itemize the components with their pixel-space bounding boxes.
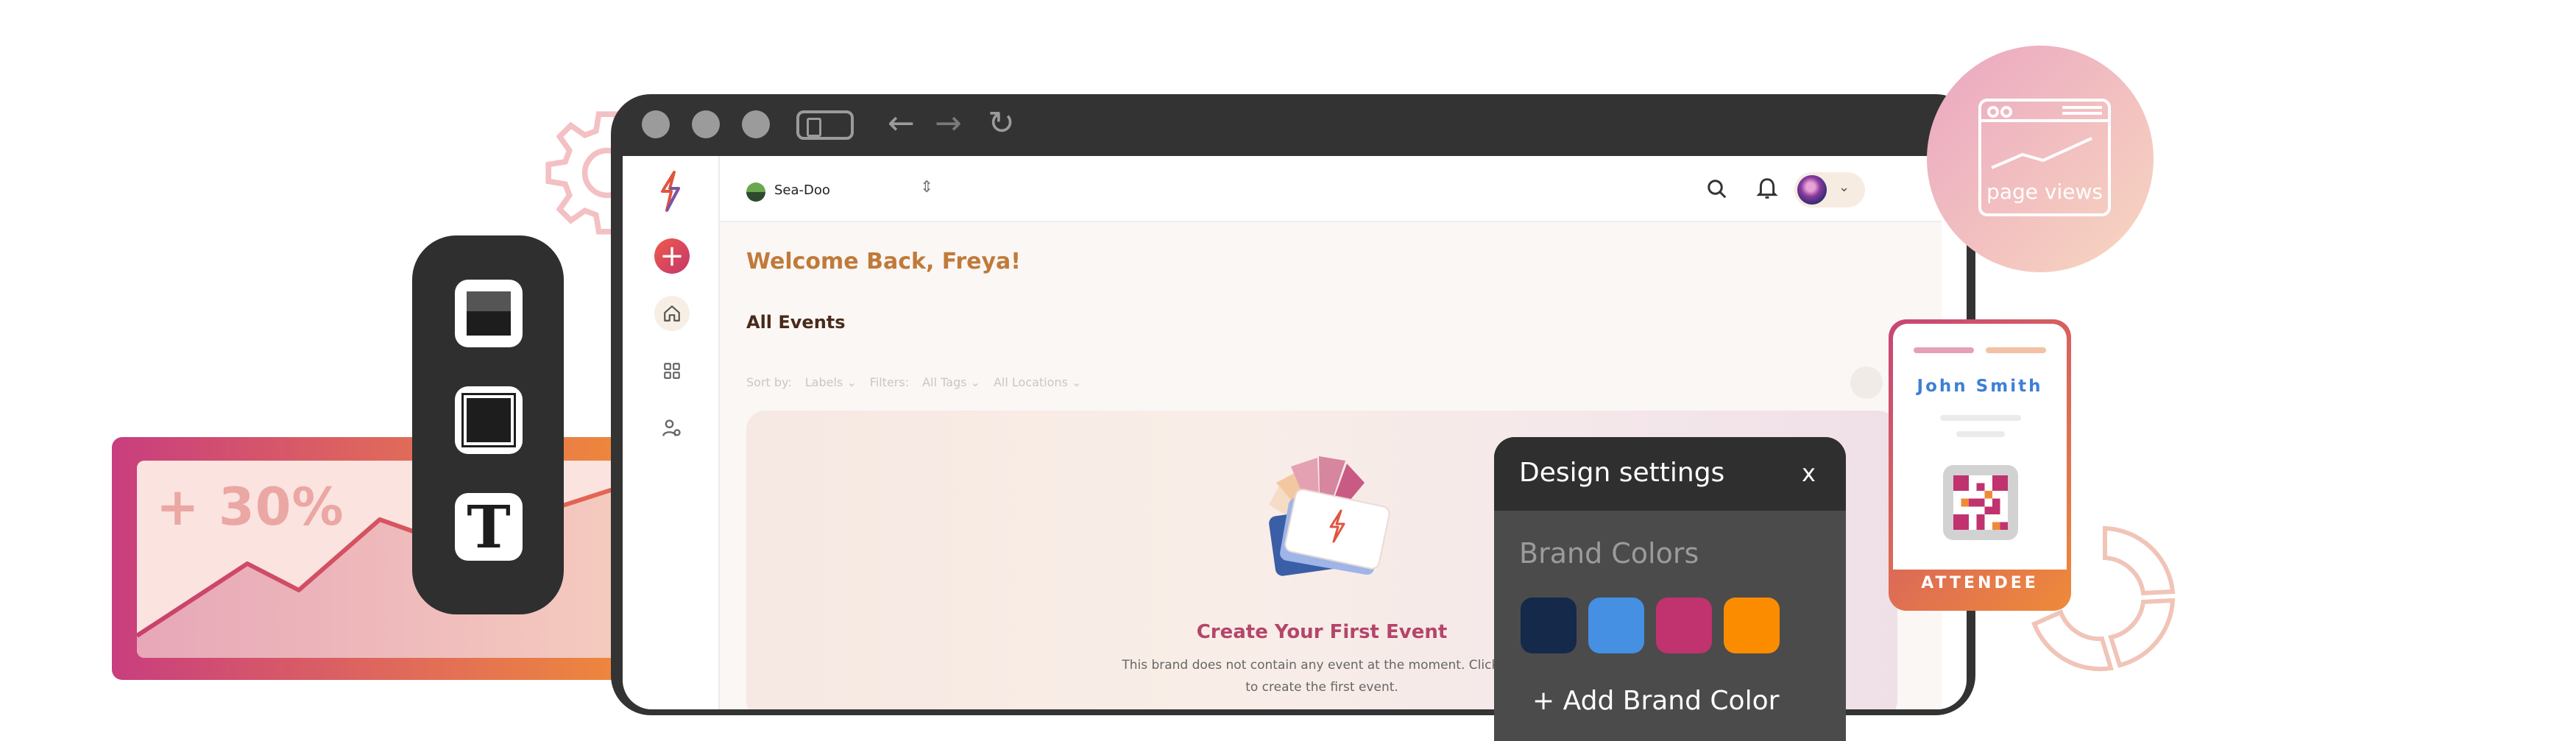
bell-icon[interactable] — [1756, 177, 1778, 200]
page-views-label: page views — [1986, 180, 2103, 204]
growth-percentage: + 30% — [156, 477, 344, 537]
tags-dropdown[interactable]: All Tags ⌄ — [922, 375, 980, 389]
filters-label: Filters: — [869, 375, 910, 389]
brand-color-swatch[interactable] — [1588, 598, 1644, 653]
left-rail: + — [623, 156, 720, 709]
brand-switcher-chevron-icon[interactable]: ⇕ — [920, 178, 933, 196]
forward-arrow-icon[interactable]: → — [935, 102, 962, 146]
brand-avatar — [746, 182, 765, 202]
filter-bar: Sort by: Labels ⌄ Filters: All Tags ⌄ All Lo… — [746, 375, 1094, 389]
chevron-down-icon: ⌄ — [1839, 180, 1850, 195]
border-tool-button[interactable] — [455, 386, 523, 454]
badge-stripe — [1914, 347, 1974, 353]
tool-palette: T — [412, 235, 564, 614]
design-settings-title: Design settings — [1519, 458, 1725, 488]
fill-tool-button[interactable] — [455, 280, 523, 347]
back-arrow-icon[interactable]: ← — [888, 102, 915, 146]
add-brand-color-button[interactable]: + Add Brand Color — [1532, 686, 1779, 716]
avatar — [1797, 175, 1827, 205]
view-toggle-button[interactable] — [1850, 366, 1883, 399]
add-event-button[interactable]: + — [654, 238, 690, 274]
sort-by-dropdown[interactable]: Labels ⌄ — [805, 375, 857, 389]
brand-name[interactable]: Sea-Doo — [774, 182, 830, 198]
sort-by-label: Sort by: — [746, 375, 792, 389]
home-nav-button[interactable] — [654, 296, 690, 331]
user-settings-icon — [662, 419, 681, 436]
page-views-graph-icon — [1981, 106, 2108, 169]
event-cards-illustration — [1269, 456, 1390, 576]
qr-code — [1943, 465, 2018, 540]
design-settings-header: Design settings x — [1494, 437, 1846, 511]
brand-color-swatch[interactable] — [1521, 598, 1577, 653]
user-menu[interactable]: ⌄ — [1794, 172, 1865, 208]
window-minimize-dot[interactable] — [692, 110, 720, 138]
donut-chart-icon — [2031, 525, 2176, 672]
window-maximize-dot[interactable] — [742, 110, 770, 138]
close-button[interactable]: x — [1802, 459, 1816, 487]
home-icon — [664, 305, 680, 322]
text-icon: T — [467, 492, 511, 561]
page-views-window-icon: page views — [1978, 99, 2111, 216]
badge-stripe — [1986, 347, 2046, 353]
top-bar: Sea-Doo ⇕ ⌄ — [720, 156, 1942, 222]
brand-color-swatch[interactable] — [1656, 598, 1712, 653]
qr-code-icon — [1953, 475, 2008, 530]
page-views-bubble: page views — [1927, 46, 2154, 272]
team-nav-button[interactable] — [654, 411, 690, 446]
reload-icon[interactable]: ↻ — [988, 102, 1015, 146]
apps-nav-button[interactable] — [654, 353, 690, 389]
sidebar-toggle-icon[interactable] — [796, 110, 854, 140]
app-logo-icon — [661, 171, 680, 212]
attendee-name: John Smith — [1917, 377, 2043, 396]
fill-icon — [467, 291, 511, 336]
locations-dropdown[interactable]: All Locations ⌄ — [994, 375, 1081, 389]
badge-placeholder-line — [1956, 431, 2005, 437]
window-close-dot[interactable] — [642, 110, 670, 138]
brand-color-swatch[interactable] — [1724, 598, 1780, 653]
brand-colors-label: Brand Colors — [1519, 537, 1699, 570]
search-icon[interactable] — [1706, 178, 1728, 200]
welcome-heading: Welcome Back, Freya! — [746, 249, 1021, 274]
design-settings-panel: Design settings x Brand Colors + Add Bra… — [1494, 437, 1846, 741]
text-tool-button[interactable]: T — [455, 493, 523, 561]
analytics-chart-area: + 30% — [137, 461, 652, 658]
border-icon — [461, 393, 516, 447]
plus-icon: + — [659, 239, 684, 273]
section-title: All Events — [746, 312, 846, 333]
badge-placeholder-line — [1940, 415, 2021, 421]
grid-icon — [664, 363, 680, 379]
